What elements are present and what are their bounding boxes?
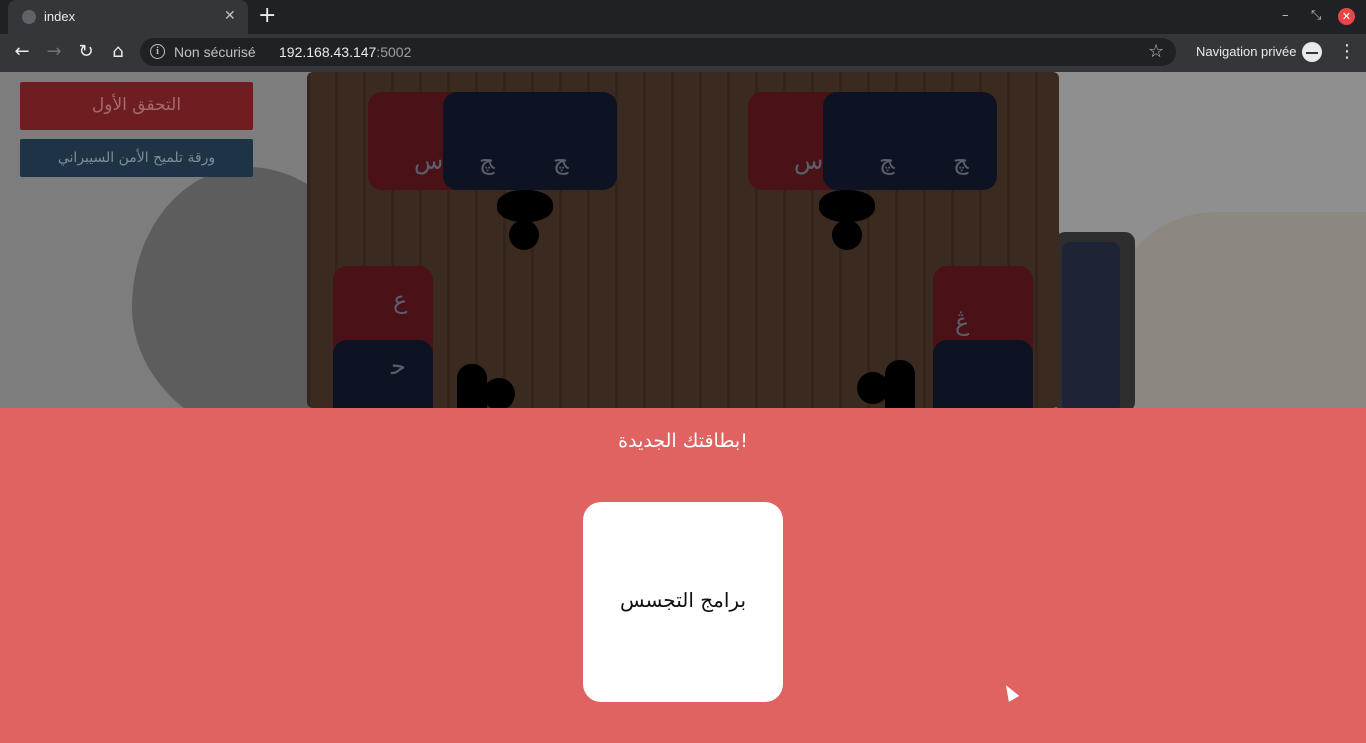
tab-close-icon[interactable]: ✕ — [224, 8, 236, 24]
security-label[interactable]: Non sécurisé — [174, 44, 256, 60]
hint-sheet-button[interactable]: ورقة تلميح الأمن السيبراني — [20, 139, 253, 177]
pawn-piece — [885, 360, 915, 408]
pawn-piece — [497, 190, 553, 222]
forward-arrow-icon[interactable]: → — [42, 40, 66, 64]
card-glyph: ڠ — [955, 308, 970, 336]
browser-toolbar: ← → ↻ ⌂ i Non sécurisé 192.168.43.147:50… — [0, 34, 1366, 72]
kebab-menu-icon[interactable]: ⋮ — [1338, 42, 1356, 62]
window-close-icon[interactable]: ✕ — [1338, 8, 1355, 25]
pawn-piece — [819, 190, 875, 222]
globe-icon — [22, 10, 36, 24]
minimize-icon[interactable]: – — [1282, 8, 1289, 24]
back-arrow-icon[interactable]: ← — [10, 40, 34, 64]
first-check-button[interactable]: التحقق الأول — [20, 82, 253, 130]
restore-icon[interactable]: ⤡ — [1311, 8, 1321, 24]
new-card-label: برامج التجسس — [619, 588, 747, 612]
tab-title: index — [44, 9, 76, 24]
board-card-blue[interactable] — [933, 340, 1033, 408]
background-chair — [1120, 212, 1366, 408]
board-card-blue[interactable]: ﺣ — [333, 340, 433, 408]
pawn-piece — [857, 372, 889, 404]
pawn-piece — [832, 220, 862, 250]
card-glyph: ﭻ — [953, 147, 969, 175]
card-glyph: ﭻ — [479, 147, 495, 175]
board-card-blue[interactable]: ﭻ ﭻ — [823, 92, 997, 190]
reload-icon[interactable]: ↻ — [74, 40, 98, 64]
url-port: :5002 — [376, 44, 412, 60]
new-tab-button[interactable]: + — [258, 5, 276, 27]
background-cabinet-glass — [1062, 242, 1120, 408]
incognito-icon[interactable] — [1302, 42, 1322, 62]
home-icon[interactable]: ⌂ — [106, 40, 130, 64]
card-glyph: ع — [393, 286, 408, 314]
game-scene: س ﭻ ﭻ س ﭻ ﭻ ع ﺣ ڠ التحقق الأول ورقة تلمي… — [0, 72, 1366, 408]
card-glyph: ﭻ — [553, 147, 569, 175]
game-board: س ﭻ ﭻ س ﭻ ﭻ ع ﺣ ڠ — [307, 72, 1059, 408]
card-glyph: ﭻ — [879, 147, 895, 175]
pawn-piece — [483, 378, 515, 408]
new-card-panel: بطاقتك الجديدة! برامج التجسس — [0, 408, 1366, 743]
address-bar[interactable]: i Non sécurisé 192.168.43.147:5002 ☆ — [140, 38, 1176, 66]
card-glyph: ﺣ — [391, 352, 406, 380]
url-text[interactable]: 192.168.43.147:5002 — [279, 44, 411, 60]
card-glyph: س — [794, 147, 824, 175]
pawn-piece — [457, 364, 487, 408]
star-icon[interactable]: ☆ — [1148, 41, 1164, 62]
tab-strip: index ✕ + – ⤡ ✕ — [0, 0, 1366, 34]
card-glyph: س — [414, 147, 444, 175]
browser-tab[interactable]: index ✕ — [8, 0, 248, 34]
private-mode-label[interactable]: Navigation privée — [1196, 44, 1296, 59]
page-viewport: س ﭻ ﭻ س ﭻ ﭻ ع ﺣ ڠ التحقق الأول ورقة تلمي… — [0, 72, 1366, 743]
board-card-blue[interactable]: ﭻ ﭻ — [443, 92, 617, 190]
info-icon[interactable]: i — [150, 44, 165, 59]
pawn-piece — [509, 220, 539, 250]
new-card[interactable]: برامج التجسس — [583, 502, 783, 702]
panel-title: بطاقتك الجديدة! — [618, 430, 748, 452]
url-host: 192.168.43.147 — [279, 44, 377, 60]
